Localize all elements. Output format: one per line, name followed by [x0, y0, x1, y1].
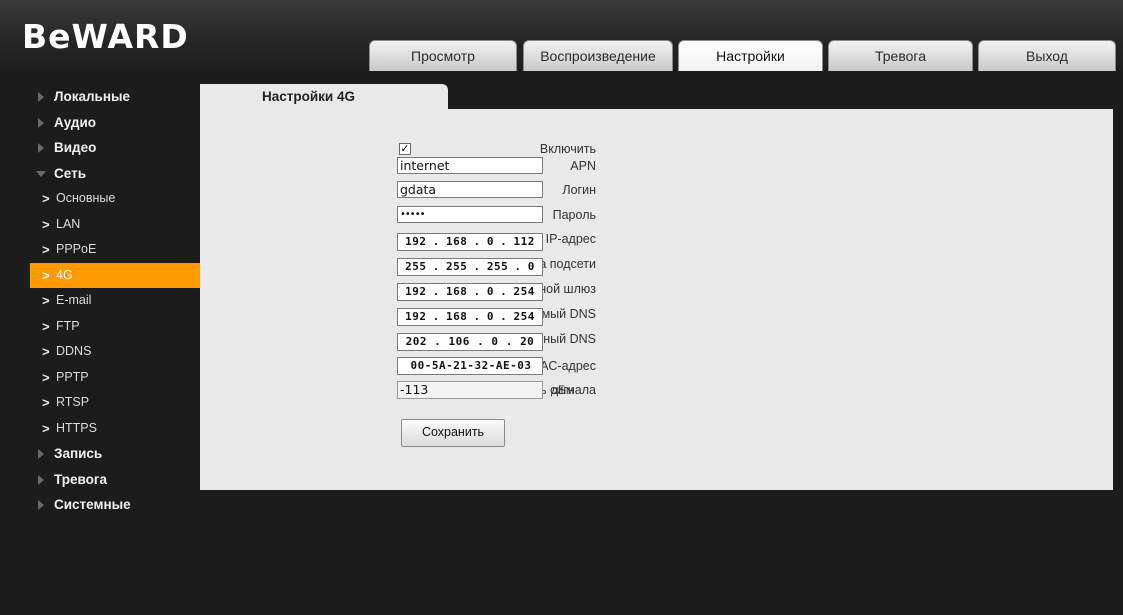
- sidebar-item-audio[interactable]: Аудио: [0, 110, 200, 136]
- sidebar-subitem-email[interactable]: > E-mail: [0, 288, 200, 314]
- enable-label: Включить: [539, 142, 596, 156]
- caret-right-icon: [38, 500, 44, 510]
- sidebar-subitem-ddns[interactable]: > DDNS: [0, 339, 200, 365]
- enable-checkbox[interactable]: ✓: [399, 143, 411, 155]
- sidebar-subitem-rtsp[interactable]: > RTSP: [0, 390, 200, 416]
- password-label: Пароль: [552, 208, 596, 222]
- password-row: Пароль •••••: [200, 206, 1113, 224]
- sidebar-subitem-pppoe[interactable]: > PPPoE: [0, 237, 200, 263]
- settings-panel: Включить ✓ APN internet Логин gdata Паро…: [200, 109, 1113, 490]
- sidebar-subitem-ftp[interactable]: > FTP: [0, 314, 200, 340]
- save-button[interactable]: Сохранить: [401, 419, 505, 447]
- dns2-row: Альтернативный DNS 202.106.0.20: [200, 330, 1113, 351]
- mac-row: MAC-адрес 00-5A-21-32-AE-03: [200, 357, 1113, 375]
- preferred-dns-input[interactable]: 192. 168. 0. 254: [397, 308, 543, 326]
- tab-alarm[interactable]: Тревога: [828, 40, 973, 71]
- signal-level-field: -113: [397, 381, 543, 399]
- sidebar-item-network[interactable]: Сеть: [0, 161, 200, 187]
- mac-address-field: 00-5A-21-32-AE-03: [397, 357, 543, 375]
- tab-exit[interactable]: Выход: [978, 40, 1116, 71]
- tab-settings[interactable]: Настройки: [678, 40, 823, 71]
- caret-right-icon: [38, 117, 44, 128]
- chevron-right-icon: >: [42, 216, 50, 232]
- ip-label: IP-адрес: [545, 232, 596, 246]
- caret-down-icon: [36, 170, 46, 177]
- signal-unit: дБм: [551, 383, 575, 397]
- enable-row: Включить ✓: [200, 140, 1113, 158]
- chevron-right-icon: >: [42, 242, 50, 257]
- sidebar-item-video[interactable]: Видео: [0, 135, 200, 161]
- sidebar: Локальные Аудио Видео Сеть > Основные > LA…: [0, 84, 200, 518]
- caret-right-icon: [38, 449, 44, 459]
- chevron-right-icon: >: [42, 369, 50, 385]
- sidebar-item-record[interactable]: Запись: [0, 441, 200, 467]
- login-input[interactable]: gdata: [397, 181, 543, 198]
- apn-label: APN: [570, 159, 596, 173]
- dns1-row: Предпочитаемый DNS 192.168.0.254: [200, 305, 1113, 326]
- chevron-right-icon: >: [42, 318, 50, 334]
- header: BeWARD Просмотр Воспроизведение Настройк…: [0, 0, 1123, 72]
- sidebar-item-local[interactable]: Локальные: [0, 84, 200, 110]
- content-tab-4g-settings[interactable]: Настройки 4G: [200, 84, 448, 109]
- login-label: Логин: [562, 183, 596, 197]
- chevron-right-icon: >: [42, 267, 50, 283]
- ip-address-input[interactable]: 192. 168. 0. 112: [397, 233, 543, 251]
- password-input[interactable]: •••••: [397, 206, 543, 223]
- tab-view[interactable]: Просмотр: [369, 40, 517, 71]
- alternate-dns-input[interactable]: 202. 106. 0. 20: [397, 333, 543, 351]
- apn-input[interactable]: internet: [397, 157, 543, 174]
- sidebar-subitem-4g[interactable]: >4G: [30, 262, 200, 288]
- sidebar-item-system[interactable]: Системные: [0, 492, 200, 518]
- chevron-right-icon: >: [42, 344, 50, 359]
- subnet-mask-input[interactable]: 255. 255. 255. 0: [397, 258, 543, 276]
- chevron-right-icon: >: [42, 191, 50, 206]
- chevron-right-icon: >: [42, 420, 50, 436]
- sidebar-subitem-https[interactable]: > HTTPS: [0, 416, 200, 442]
- signal-row: Уровень сигнала -113 дБм: [200, 381, 1113, 399]
- mask-row: Маска подсети 255. 255. 255. 0: [200, 255, 1113, 276]
- sidebar-subitem-basic[interactable]: > Основные: [0, 186, 200, 212]
- beward-logo: BeWARD: [22, 17, 189, 56]
- caret-right-icon: [38, 92, 44, 102]
- gateway-input[interactable]: 192. 168. 0. 254: [397, 283, 543, 301]
- caret-right-icon: [38, 474, 44, 485]
- caret-right-icon: [38, 143, 44, 153]
- ip-row: IP-адрес 192. 168. 0. 112: [200, 230, 1113, 251]
- chevron-right-icon: >: [42, 293, 50, 308]
- gateway-row: Основной шлюз 192. 168. 0. 254: [200, 280, 1113, 301]
- sidebar-subitem-pptp[interactable]: > PPTP: [0, 365, 200, 391]
- apn-row: APN internet: [200, 157, 1113, 175]
- sidebar-item-alarm[interactable]: Тревога: [0, 467, 200, 493]
- chevron-right-icon: >: [42, 395, 50, 410]
- sidebar-subitem-lan[interactable]: > LAN: [0, 212, 200, 238]
- login-row: Логин gdata: [200, 181, 1113, 199]
- tab-playback[interactable]: Воспроизведение: [523, 40, 673, 71]
